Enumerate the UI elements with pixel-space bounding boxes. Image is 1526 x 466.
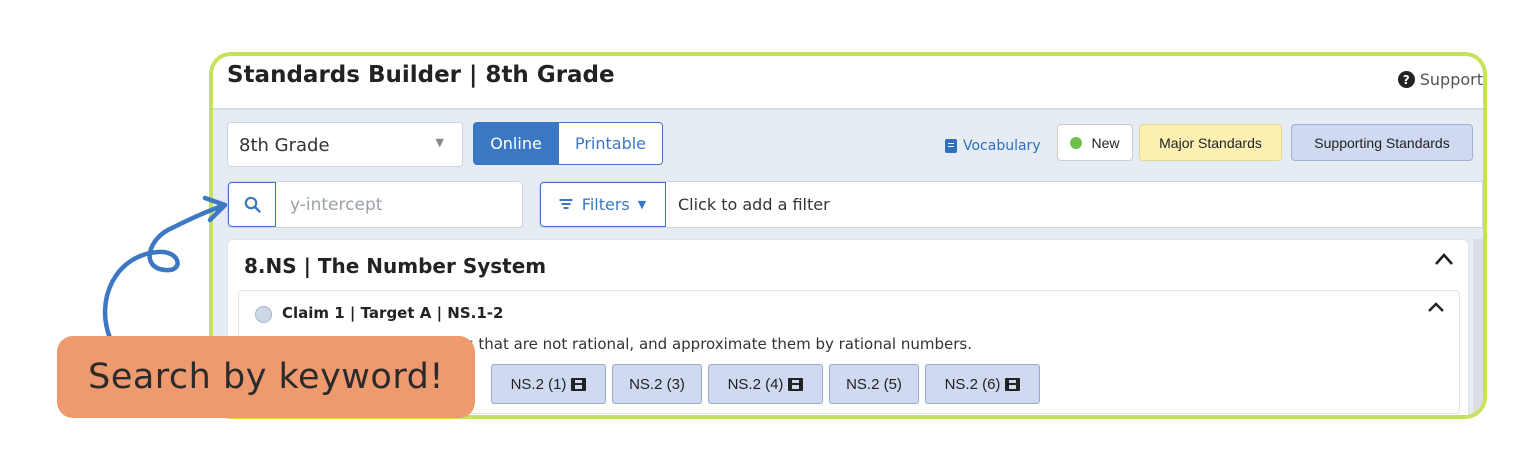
callout-text: Search by keyword! [88, 357, 444, 397]
callout-banner: Search by keyword! [57, 336, 475, 418]
